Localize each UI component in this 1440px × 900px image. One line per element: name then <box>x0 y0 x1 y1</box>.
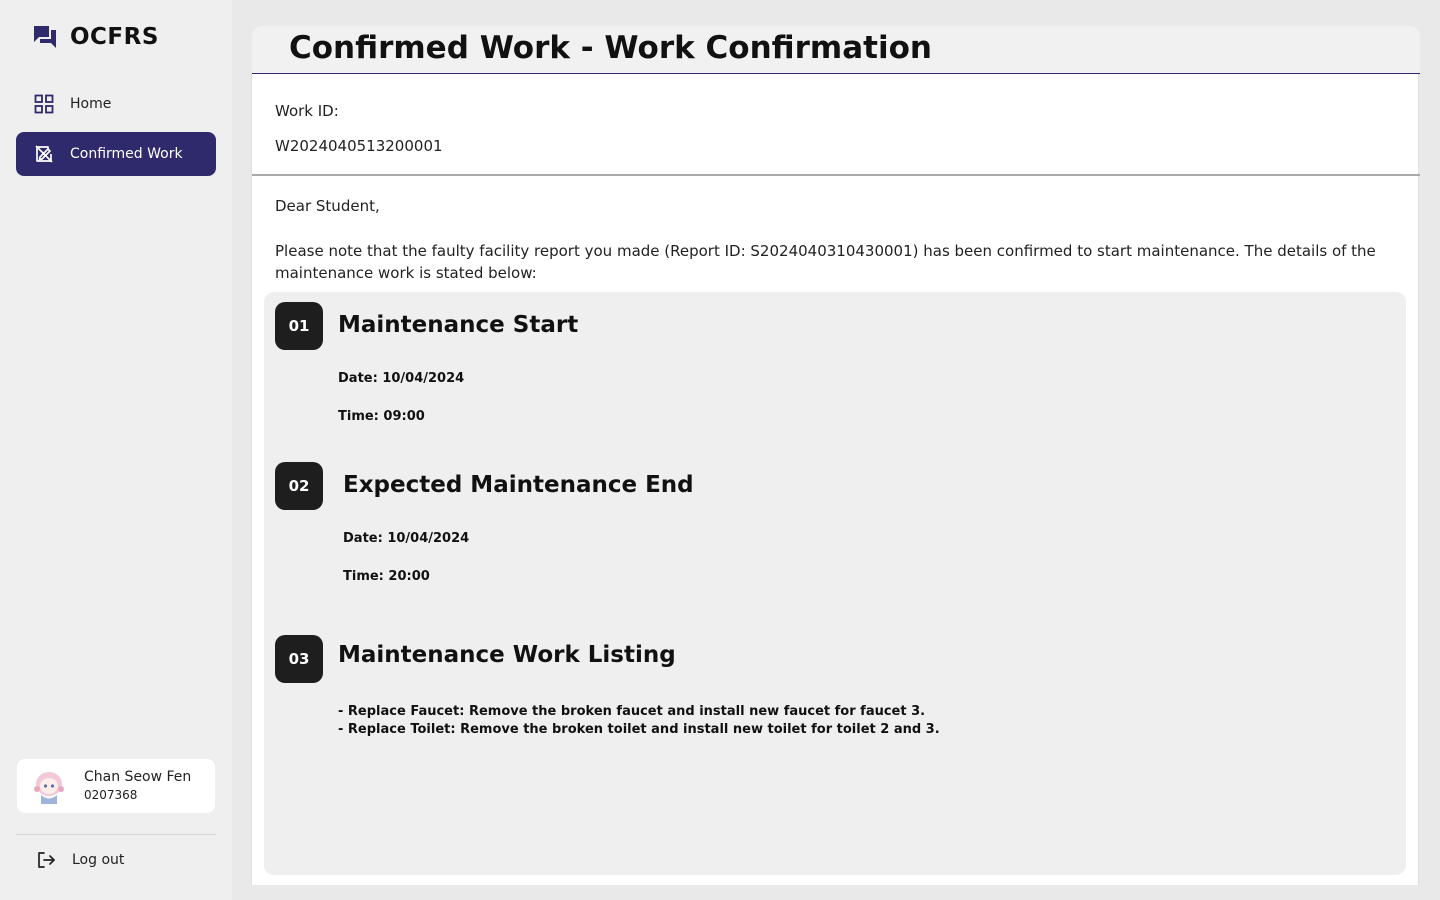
card-divider <box>252 174 1420 176</box>
logout-button[interactable]: Log out <box>36 850 124 870</box>
maintenance-details-panel: 01 Maintenance Start Date: 10/04/2024 Ti… <box>264 292 1406 875</box>
sidebar-item-home[interactable]: Home <box>16 82 216 126</box>
user-name: Chan Seow Fen <box>84 769 192 786</box>
step-title-maintenance-start: Maintenance Start <box>338 312 579 338</box>
step-number-badge: 03 <box>275 635 323 683</box>
step-number-badge: 02 <box>275 462 323 510</box>
confirmed-work-icon <box>34 144 54 164</box>
step-title-expected-end: Expected Maintenance End <box>343 472 694 498</box>
sidebar-item-label: Home <box>70 96 112 112</box>
work-confirmation-card: Work ID: W2024040513200001 Dear Student,… <box>251 74 1420 885</box>
step-title-work-listing: Maintenance Work Listing <box>338 642 676 668</box>
maintenance-start-date: Date: 10/04/2024 <box>338 371 465 386</box>
confirmation-message: Please note that the faulty facility rep… <box>275 242 1376 282</box>
greeting-text: Dear Student, <box>275 197 380 215</box>
step-number-badge: 01 <box>275 302 323 350</box>
chat-bubbles-icon <box>32 24 58 50</box>
logout-icon <box>36 850 56 870</box>
page-header: Confirmed Work - Work Confirmation <box>252 26 1420 74</box>
user-id: 0207368 <box>84 788 138 803</box>
user-card[interactable]: Chan Seow Fen 0207368 <box>17 759 215 813</box>
work-listing-item: - Replace Faucet: Remove the broken fauc… <box>338 704 926 719</box>
maintenance-start-time: Time: 09:00 <box>338 409 425 424</box>
avatar <box>29 766 69 806</box>
maintenance-end-date: Date: 10/04/2024 <box>343 531 470 546</box>
work-id-label: Work ID: <box>275 102 339 120</box>
work-id-value: W2024040513200001 <box>275 137 443 155</box>
maintenance-end-time: Time: 20:00 <box>343 569 430 584</box>
logout-label: Log out <box>72 852 125 868</box>
brand[interactable]: OCFRS <box>32 24 159 50</box>
brand-name: OCFRS <box>70 24 159 50</box>
sidebar: OCFRS Home Confirmed Work Chan Seow Fen … <box>0 0 232 900</box>
grid-icon <box>34 94 54 114</box>
sidebar-item-confirmed-work[interactable]: Confirmed Work <box>16 132 216 176</box>
work-listing-item: - Replace Toilet: Remove the broken toil… <box>338 722 940 737</box>
sidebar-item-label: Confirmed Work <box>70 146 183 162</box>
sidebar-divider <box>16 834 216 835</box>
page-title: Confirmed Work - Work Confirmation <box>289 30 932 66</box>
